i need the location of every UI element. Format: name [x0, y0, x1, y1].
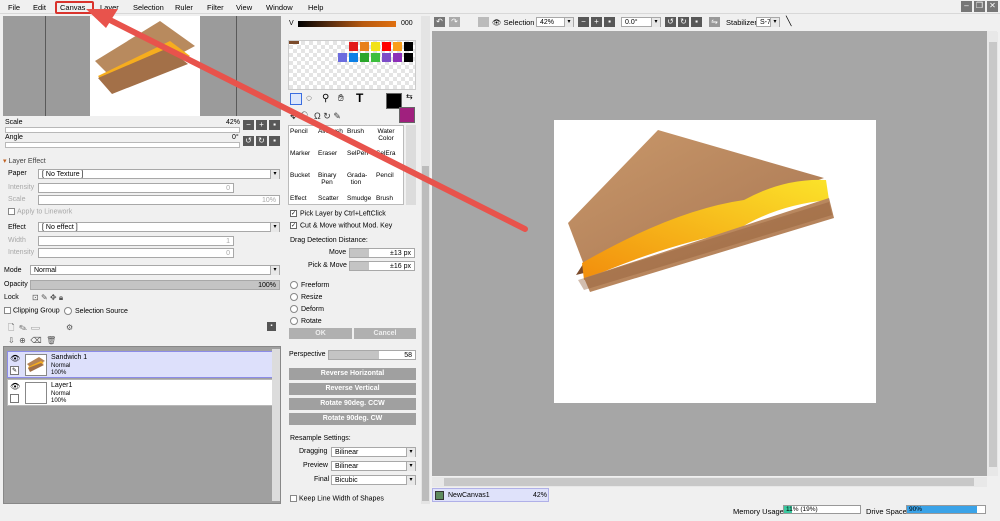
annotation-arrow [86, 9, 528, 232]
